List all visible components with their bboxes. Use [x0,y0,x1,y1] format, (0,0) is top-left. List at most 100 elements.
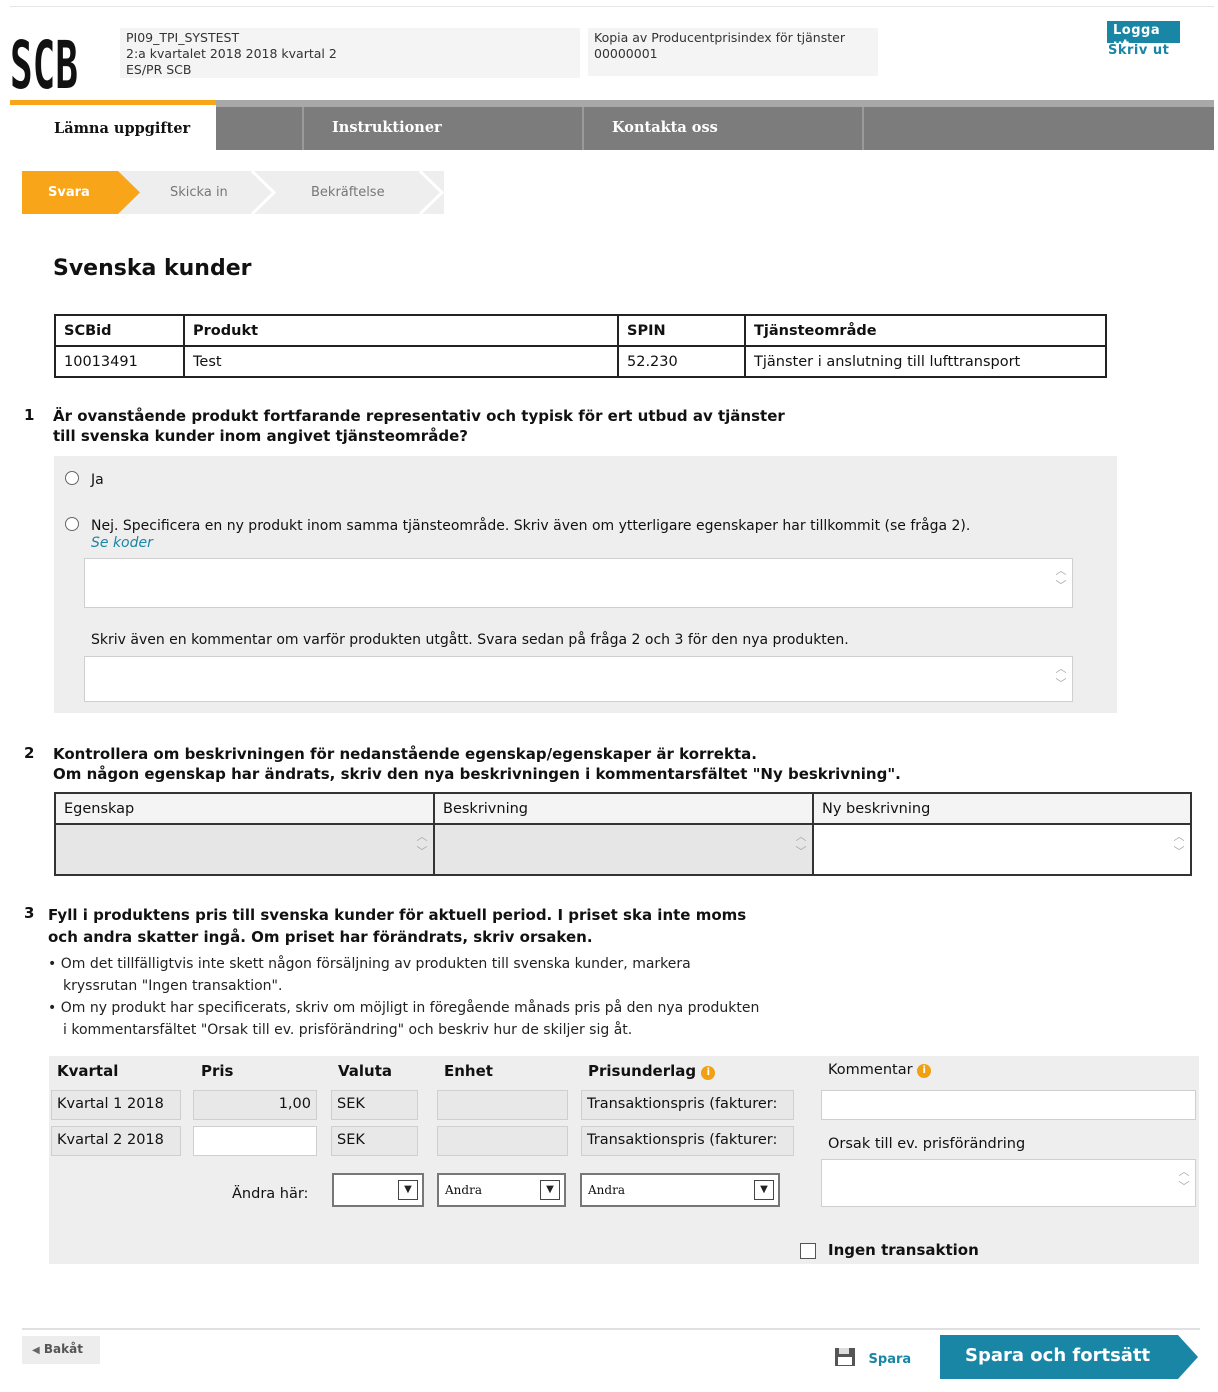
step-svara: Svara [48,185,90,200]
survey-code: PI09_TPI_SYSTEST [126,30,240,45]
survey-period: 2:a kvartalet 2018 2018 kvartal 2 [126,46,337,61]
q3-bullet1-line2: kryssrutan "Ingen transaktion". [63,978,283,994]
valuta-select[interactable]: ▼ [332,1173,424,1207]
logout-button[interactable]: Logga ut [1107,21,1180,53]
egenskap-field[interactable]: ︿ ﹀ [54,823,435,876]
q1-text-line2: till svenska kunder inom angivet tjänste… [53,427,468,445]
row2-pris-input[interactable] [193,1126,317,1156]
textarea-scroll-icon: ︿ ﹀ [795,830,807,858]
row2-kvartal: Kvartal 2 2018 [51,1126,181,1156]
new-product-textarea[interactable]: ︿ ﹀ [84,558,1073,608]
q2-number: 2 [24,744,35,762]
col-kommentar-label: Kommentar [828,1062,913,1078]
radio-ja[interactable] [65,471,79,485]
row2-enhet [437,1126,568,1156]
col-produkt: Produkt [183,314,619,347]
q1-number: 1 [24,406,35,424]
q2-text: Kontrollera om beskrivningen för nedanst… [53,744,901,784]
prisunderlag-select-value: Andra [588,1183,625,1197]
q3-text-line1: Fyll i produktens pris till svenska kund… [48,906,747,924]
top-divider [10,6,1214,7]
beskrivning-field[interactable]: ︿ ﹀ [433,823,814,876]
col-scbid: SCBid [54,314,185,347]
page-title: Svenska kunder [53,256,252,281]
col-kvartal: Kvartal [57,1062,119,1080]
chevron-down-icon: ▼ [540,1180,560,1200]
col-prisunderlag: Prisunderlag i [588,1062,716,1080]
step-bekraftelse: Bekräftelse [311,185,385,200]
textarea-scroll-icon: ︿ ﹀ [1055,662,1067,690]
q2-text-line1: Kontrollera om beskrivningen för nedanst… [53,745,757,763]
prisunderlag-select[interactable]: Andra ▼ [580,1173,780,1207]
enhet-select[interactable]: Andra ▼ [437,1173,566,1207]
row2-valuta: SEK [331,1126,418,1156]
change-label: Ändra här: [232,1186,309,1202]
survey-org: ES/PR SCB [126,62,192,77]
q3-bullet2-line2: i kommentarsfältet "Orsak till ev. prisf… [63,1022,633,1038]
back-button[interactable]: ◀ Bakåt [22,1336,100,1364]
kommentar-input[interactable] [821,1090,1196,1120]
cell-scbid: 10013491 [54,345,185,378]
row1-enhet [437,1090,568,1120]
tab-instruktioner[interactable]: Instruktioner [304,107,584,150]
orsak-textarea[interactable]: ︿ ﹀ [821,1159,1196,1207]
radio-nej[interactable] [65,517,79,531]
tab-lamna-uppgifter[interactable]: Lämna uppgifter [10,100,216,150]
see-codes-link[interactable]: Se koder [91,535,153,551]
price-section: Kvartal Pris Valuta Enhet Prisunderlag i… [49,1056,1199,1264]
col-ny-beskrivning: Ny beskrivning [812,792,1192,825]
save-continue-label: Spara och fortsätt [965,1345,1151,1366]
print-link[interactable]: Skriv ut [1108,43,1169,58]
scb-logo: SCB [10,27,78,96]
q1-text-line1: Är ovanstående produkt fortfarande repre… [53,407,785,425]
back-label: Bakåt [43,1342,83,1356]
product-table: SCBid Produkt SPIN Tjänsteområde 1001349… [54,314,1107,378]
scb-logo-text: SCB [10,27,78,96]
enhet-select-value: Andra [445,1183,482,1197]
col-valuta: Valuta [338,1062,393,1080]
col-kommentar: Kommentar i [828,1062,932,1078]
ingen-transaktion-checkbox[interactable] [800,1243,816,1259]
info-icon[interactable]: i [701,1066,716,1080]
label-ja: Ja [91,472,104,488]
col-spin: SPIN [617,314,746,347]
textarea-scroll-icon: ︿ ﹀ [1055,564,1067,592]
cell-spin: 52.230 [617,345,746,378]
expired-comment-textarea[interactable]: ︿ ﹀ [84,656,1073,702]
row1-prisunderlag: Transaktionspris (fakturer: [581,1090,794,1120]
save-label: Spara [868,1352,912,1367]
comment-label: Skriv även en kommentar om varför produk… [91,632,849,648]
textarea-scroll-icon: ︿ ﹀ [1178,1165,1190,1193]
col-pris: Pris [201,1062,234,1080]
ny-beskrivning-field[interactable]: ︿ ﹀ [812,823,1192,876]
q3-text: Fyll i produktens pris till svenska kund… [48,904,746,948]
save-button[interactable]: Spara [834,1347,911,1367]
survey-number: 00000001 [594,46,658,61]
col-prisunderlag-label: Prisunderlag [588,1062,697,1080]
cell-tjansteomrade: Tjänster i anslutning till lufttransport [744,345,1107,378]
row1-kvartal: Kvartal 1 2018 [51,1090,181,1120]
col-beskrivning: Beskrivning [433,792,814,825]
orsak-label: Orsak till ev. prisförändring [828,1136,1026,1152]
q3-bullet2-line1: • Om ny produkt har specificerats, skriv… [48,1000,760,1016]
step-skicka-in: Skicka in [170,185,228,200]
col-egenskap: Egenskap [54,792,435,825]
q3-number: 3 [24,904,35,922]
ingen-transaktion-label: Ingen transaktion [828,1241,979,1259]
textarea-scroll-icon: ︿ ﹀ [1173,830,1185,858]
tab-kontakta-oss[interactable]: Kontakta oss [584,107,864,150]
survey-info: PI09_TPI_SYSTEST 2:a kvartalet 2018 2018… [120,28,580,78]
info-icon[interactable]: i [917,1064,932,1078]
textarea-scroll-icon: ︿ ﹀ [416,830,428,858]
col-tjansteomrade: Tjänsteområde [744,314,1107,347]
floppy-disk-icon [835,1348,855,1366]
label-nej: Nej. Specificera en ny produkt inom samm… [91,518,971,534]
survey-name: Kopia av Producentprisindex för tjänster [594,30,845,45]
save-continue-button[interactable]: Spara och fortsätt [940,1335,1198,1379]
footer-divider [22,1328,1200,1330]
row1-valuta: SEK [331,1090,418,1120]
survey-name-box: Kopia av Producentprisindex för tjänster… [588,28,878,76]
chevron-left-icon: ◀ [32,1345,40,1356]
row2-prisunderlag: Transaktionspris (fakturer: [581,1126,794,1156]
progress-steps: Svara Skicka in Bekräftelse [22,171,444,214]
